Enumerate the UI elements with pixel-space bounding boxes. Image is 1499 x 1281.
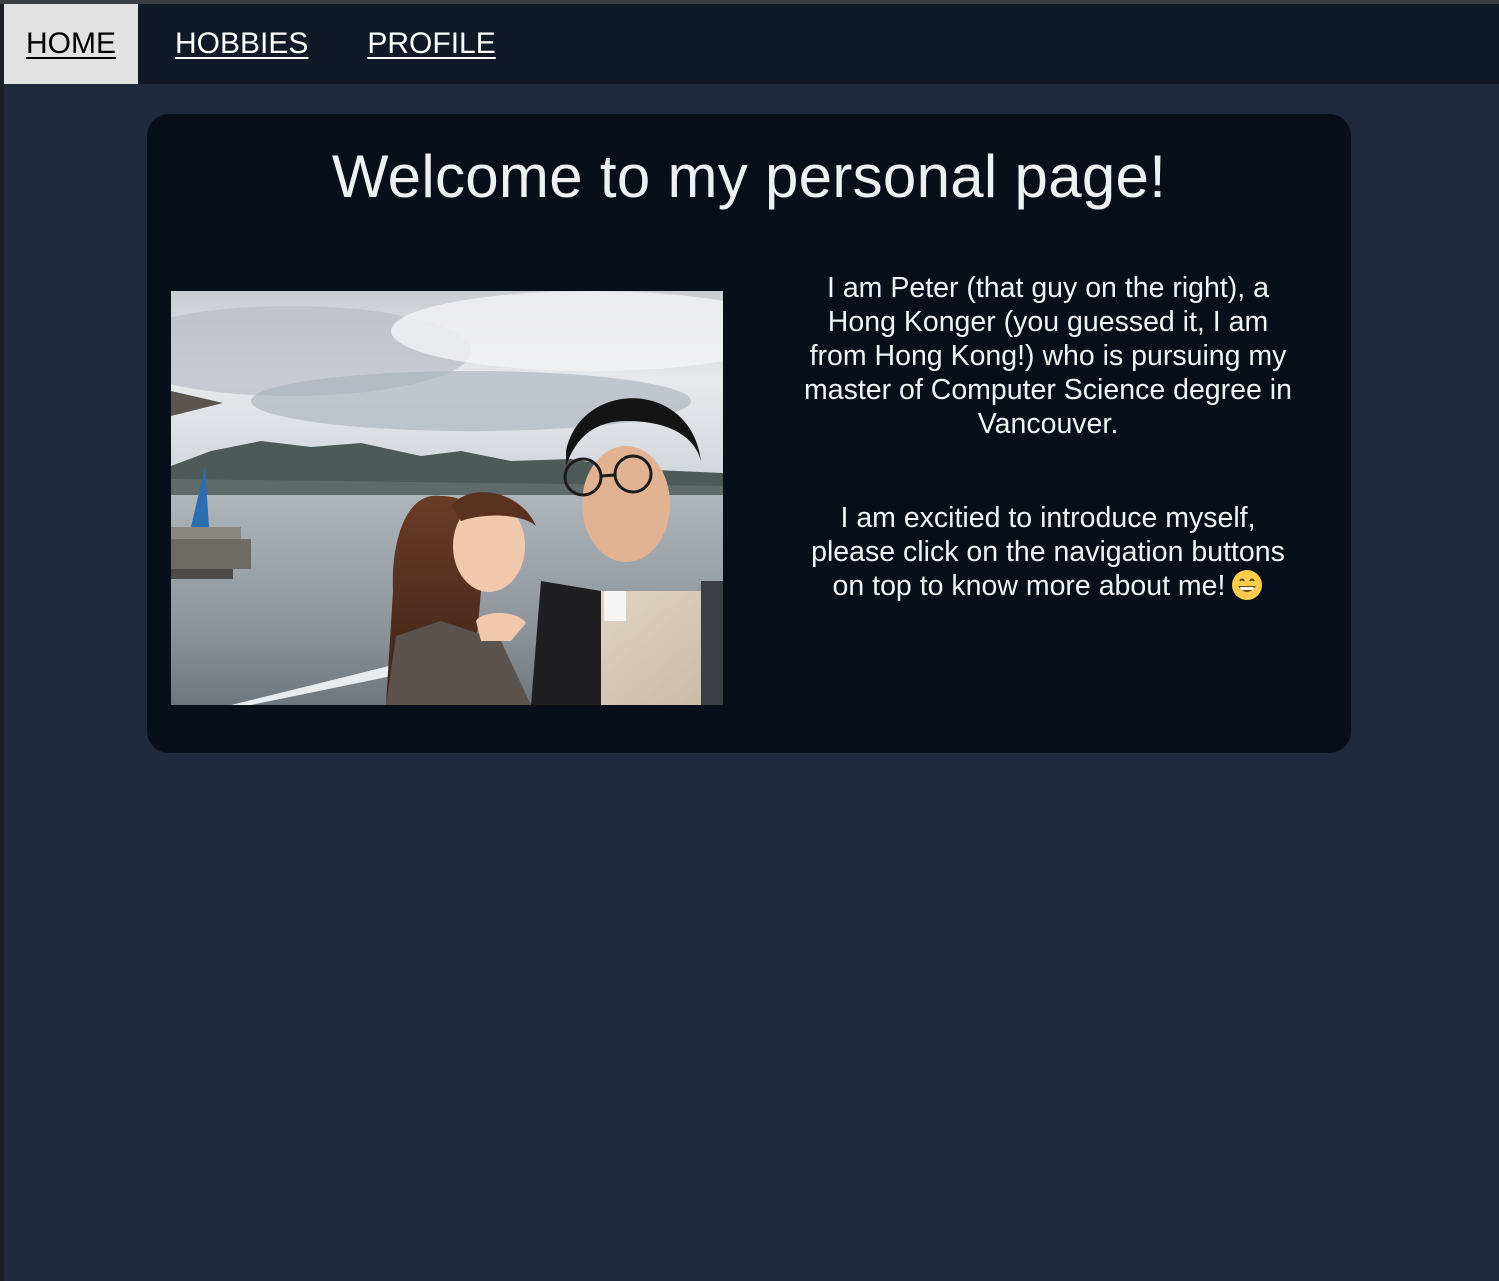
welcome-card: Welcome to my personal page! I am Peter … xyxy=(147,114,1351,753)
nav-hobbies-link[interactable]: HOBBIES xyxy=(153,4,330,84)
page-title: Welcome to my personal page! xyxy=(331,143,1167,210)
window-left-border xyxy=(0,4,4,1281)
intro-paragraph-2-text: I am excitied to introduce myself, pleas… xyxy=(811,502,1285,602)
intro-paragraph-1: I am Peter (that guy on the right), a Ho… xyxy=(804,272,1292,440)
profile-photo xyxy=(171,291,723,705)
top-navbar: HOME HOBBIES PROFILE xyxy=(4,4,1499,84)
intro-text: I am Peter (that guy on the right), a Ho… xyxy=(801,271,1295,609)
nav-profile-link[interactable]: PROFILE xyxy=(345,4,517,84)
nav-home-link[interactable]: HOME xyxy=(4,4,138,84)
intro-paragraph-2: I am excitied to introduce myself, pleas… xyxy=(801,501,1295,609)
grinning-face-icon xyxy=(1231,569,1263,609)
